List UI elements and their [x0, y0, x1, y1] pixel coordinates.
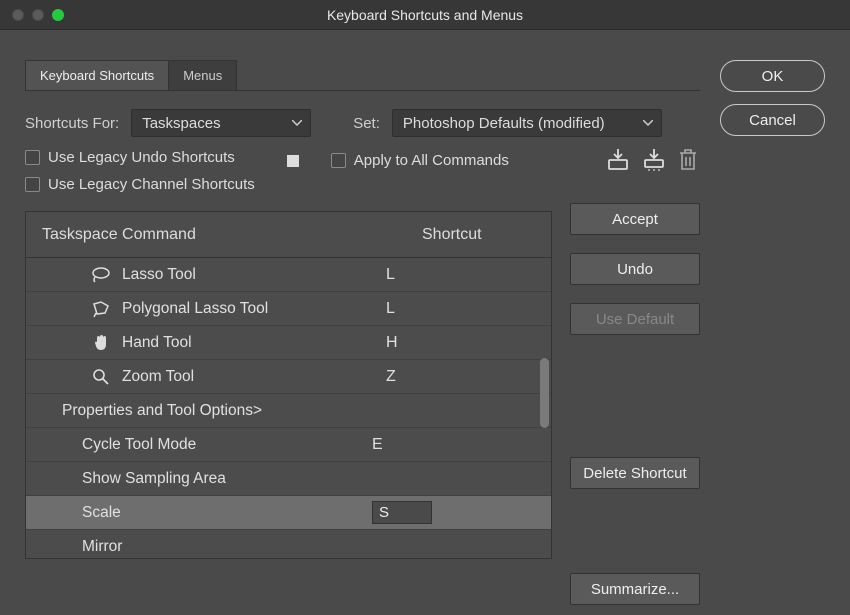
command-label: Cycle Tool Mode [76, 436, 372, 454]
table-row[interactable]: Show Sampling Area [26, 462, 551, 496]
command-label: Lasso Tool [116, 266, 386, 284]
legacy-channel-label: Use Legacy Channel Shortcuts [48, 176, 255, 193]
use-default-button[interactable]: Use Default [570, 303, 700, 335]
command-label: Hand Tool [116, 334, 386, 352]
chevron-down-icon [292, 120, 302, 126]
delete-set-icon[interactable] [678, 149, 700, 171]
legacy-undo-checkbox[interactable] [25, 150, 40, 165]
table-row-selected[interactable]: Scale [26, 496, 551, 530]
table-row[interactable]: Zoom Tool Z [26, 360, 551, 394]
chevron-down-icon [643, 120, 653, 126]
traffic-lights [0, 9, 64, 21]
legacy-channel-checkbox[interactable] [25, 177, 40, 192]
table-row[interactable]: Hand Tool H [26, 326, 551, 360]
tab-keyboard-shortcuts[interactable]: Keyboard Shortcuts [25, 60, 169, 90]
apply-all-checkbox[interactable] [331, 153, 346, 168]
accept-button[interactable]: Accept [570, 203, 700, 235]
table-row[interactable]: Lasso Tool L [26, 258, 551, 292]
lasso-icon [86, 266, 116, 284]
column-header-shortcut: Shortcut [422, 226, 482, 244]
delete-shortcut-button[interactable]: Delete Shortcut [570, 457, 700, 489]
cancel-button[interactable]: Cancel [720, 104, 825, 136]
polygonal-lasso-icon [86, 300, 116, 318]
shortcut-value: L [386, 300, 466, 318]
undo-button[interactable]: Undo [570, 253, 700, 285]
command-label: Zoom Tool [116, 368, 386, 386]
window-minimize-button[interactable] [32, 9, 44, 21]
window-title: Keyboard Shortcuts and Menus [0, 7, 850, 23]
command-label: Mirror [76, 538, 372, 556]
shortcut-value: L [386, 266, 466, 284]
table-row[interactable]: Cycle Tool Mode E [26, 428, 551, 462]
command-label: Polygonal Lasso Tool [116, 300, 386, 318]
shortcuts-for-value: Taskspaces [142, 115, 220, 132]
titlebar: Keyboard Shortcuts and Menus [0, 0, 850, 30]
window-close-button[interactable] [12, 9, 24, 21]
ok-button[interactable]: OK [720, 60, 825, 92]
tabs: Keyboard Shortcuts Menus [25, 60, 700, 91]
hand-icon [86, 334, 116, 352]
separator-square [287, 155, 299, 167]
shortcuts-table: Taskspace Command Shortcut Lasso Tool [25, 211, 552, 559]
window-zoom-button[interactable] [52, 9, 64, 21]
shortcut-value: E [372, 436, 452, 454]
shortcut-value: Z [386, 368, 466, 386]
zoom-icon [86, 368, 116, 386]
apply-all-label: Apply to All Commands [354, 152, 509, 169]
set-value: Photoshop Defaults (modified) [403, 115, 605, 132]
shortcut-value: H [386, 334, 466, 352]
save-set-as-icon[interactable] [642, 149, 664, 171]
set-select[interactable]: Photoshop Defaults (modified) [392, 109, 662, 137]
command-label: Scale [76, 504, 372, 522]
summarize-button[interactable]: Summarize... [570, 573, 700, 605]
group-label: Properties and Tool Options> [56, 402, 376, 420]
command-label: Show Sampling Area [76, 470, 372, 488]
shortcuts-for-select[interactable]: Taskspaces [131, 109, 311, 137]
save-set-icon[interactable] [606, 149, 628, 171]
set-label: Set: [353, 115, 380, 132]
shortcuts-for-label: Shortcuts For: [25, 115, 119, 132]
tab-menus[interactable]: Menus [168, 60, 237, 90]
legacy-undo-label: Use Legacy Undo Shortcuts [48, 149, 235, 166]
column-header-command: Taskspace Command [42, 226, 422, 244]
scrollbar-thumb[interactable] [540, 358, 549, 428]
table-row[interactable]: Polygonal Lasso Tool L [26, 292, 551, 326]
table-row-group[interactable]: Properties and Tool Options> [26, 394, 551, 428]
shortcut-input[interactable] [372, 501, 432, 524]
table-row[interactable]: Mirror [26, 530, 551, 558]
